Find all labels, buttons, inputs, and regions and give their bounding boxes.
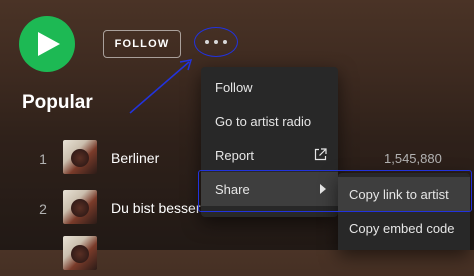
- more-options-dot: [223, 40, 227, 44]
- play-icon: [38, 32, 60, 56]
- menu-item-follow[interactable]: Follow: [201, 70, 338, 104]
- more-options-icon: [205, 40, 209, 44]
- play-button[interactable]: [19, 16, 75, 72]
- follow-button[interactable]: FOLLOW: [103, 30, 181, 58]
- menu-item-label: Report: [215, 147, 255, 163]
- album-art: [63, 140, 97, 174]
- menu-item-artist-radio[interactable]: Go to artist radio: [201, 104, 338, 138]
- track-title[interactable]: Berliner: [111, 150, 159, 166]
- album-art: [63, 236, 97, 270]
- menu-item-report[interactable]: Report: [201, 138, 338, 172]
- track-number: 2: [39, 201, 47, 217]
- track-title[interactable]: Du bist besser: [111, 200, 200, 216]
- context-menu: Follow Go to artist radio Report Share: [201, 67, 338, 217]
- more-options-button[interactable]: [194, 27, 238, 57]
- submenu-item-copy-embed[interactable]: Copy embed code: [338, 211, 470, 245]
- section-title: Popular: [22, 92, 93, 113]
- track-play-count: 1,545,880: [384, 151, 442, 166]
- menu-item-share[interactable]: Share: [201, 172, 338, 206]
- track-number: 1: [39, 151, 47, 167]
- external-link-icon: [314, 148, 327, 161]
- more-options-dot: [214, 40, 218, 44]
- share-submenu: Copy link to artist Copy embed code: [338, 173, 470, 250]
- menu-item-label: Share: [215, 181, 250, 197]
- chevron-right-icon: [320, 184, 326, 194]
- album-art: [63, 190, 97, 224]
- submenu-item-copy-link[interactable]: Copy link to artist: [338, 177, 470, 211]
